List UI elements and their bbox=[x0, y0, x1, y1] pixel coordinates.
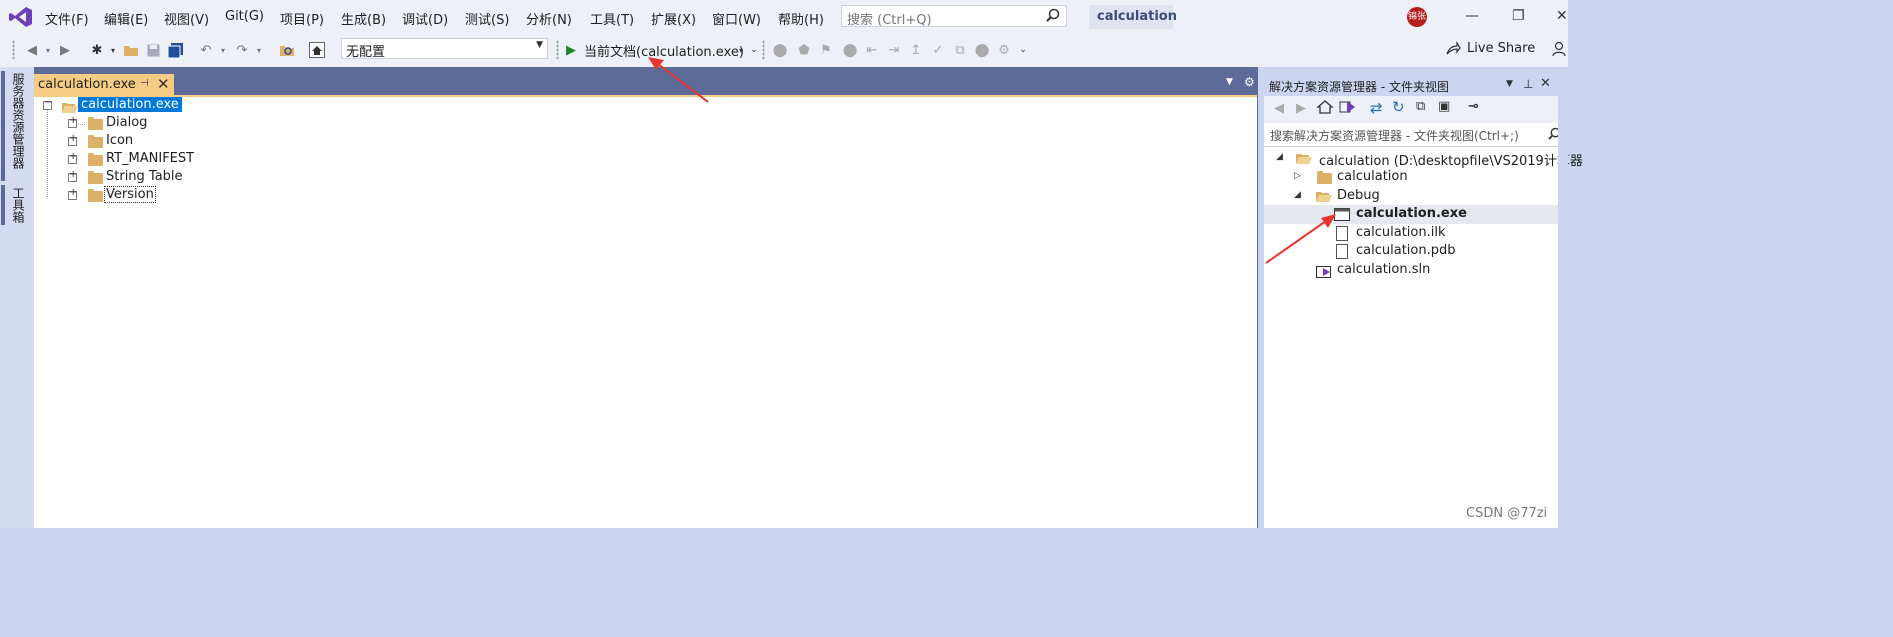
annotation-arrows bbox=[648, 57, 1336, 264]
watermark: CSDN @77zi bbox=[1466, 506, 1548, 521]
annotation-arrow-run bbox=[648, 57, 709, 103]
annotation-arrow-exe bbox=[1265, 214, 1336, 264]
